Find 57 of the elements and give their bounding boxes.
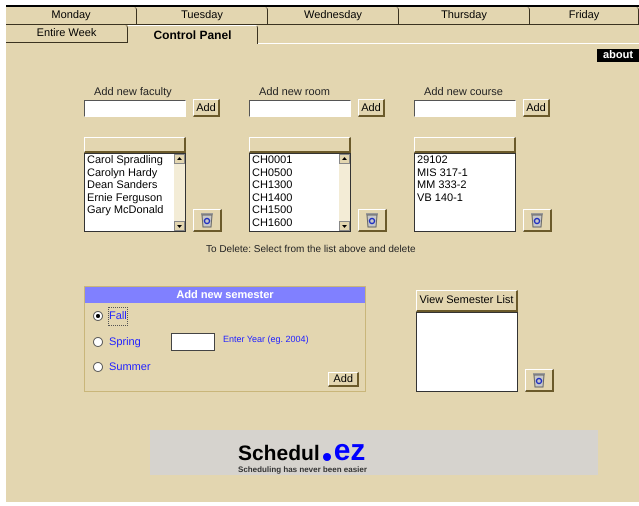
scrollbar[interactable] [174, 154, 185, 231]
scrollbar[interactable] [339, 154, 350, 231]
list-item[interactable]: CH1400 [252, 192, 339, 204]
list-item[interactable]: Carol Spradling [87, 154, 174, 166]
tab[interactable]: Tuesday [137, 7, 268, 25]
logo-suffix: ez [334, 437, 366, 465]
delete-button[interactable] [193, 209, 222, 232]
delete-button[interactable] [523, 209, 552, 232]
delete-hint: To Delete: Select from the list above and delete [205, 244, 417, 256]
input-field[interactable] [84, 100, 186, 116]
tab[interactable]: Entire Week [6, 25, 128, 43]
list-item[interactable]: CH0500 [252, 166, 339, 179]
tab[interactable]: Thursday [399, 7, 530, 25]
panel-title: Add new semester [85, 287, 365, 303]
add-button[interactable]: Add [358, 99, 385, 117]
field-label: Add new course [423, 86, 504, 99]
trash-icon [200, 212, 214, 228]
radio-label: Summer [109, 360, 151, 375]
add-button[interactable]: Add [193, 99, 220, 117]
radio-label: Fall [109, 308, 127, 324]
radio-button[interactable] [93, 336, 103, 347]
radio-label: Spring [109, 334, 141, 350]
tab[interactable]: Control Panel [128, 25, 258, 44]
input-field[interactable] [414, 100, 516, 116]
radio-button[interactable] [93, 362, 103, 372]
list-item[interactable]: Ernie Ferguson [87, 192, 174, 204]
list-item[interactable]: MIS 317-1 [417, 166, 515, 179]
delete-button[interactable] [358, 209, 387, 232]
year-hint: Enter Year (eg. 2004) [223, 333, 309, 346]
view-semester-list-button[interactable]: View Semester List [416, 290, 518, 312]
delete-button[interactable] [525, 369, 554, 392]
input-field[interactable] [249, 100, 351, 116]
trash-icon [365, 212, 379, 228]
list-item[interactable]: CH1300 [252, 179, 339, 192]
list-item[interactable]: Carolyn Hardy [87, 166, 174, 179]
list-item[interactable]: CH1600 [252, 216, 339, 229]
add-button[interactable]: Add [328, 372, 359, 386]
list-item[interactable]: Dean Sanders [87, 179, 174, 192]
list-item[interactable]: 29102 [417, 154, 515, 166]
trash-icon [530, 212, 544, 228]
field-label: Add new faculty [93, 86, 173, 99]
logo-text: Schedul [238, 443, 320, 465]
field-label: Add new room [258, 86, 331, 99]
tab[interactable]: Wednesday [268, 7, 399, 25]
list-item[interactable]: MM 333-2 [417, 179, 515, 192]
logo-tagline: Scheduling has never been easier [238, 465, 368, 474]
list-item[interactable]: VB 140-1 [417, 192, 515, 204]
about-button[interactable]: about [597, 49, 639, 62]
year-field[interactable] [171, 333, 215, 351]
tab[interactable]: Monday [6, 7, 137, 25]
tab[interactable]: Friday [530, 7, 639, 25]
trash-icon [532, 372, 546, 388]
radio-button[interactable] [93, 311, 103, 322]
add-button[interactable]: Add [523, 99, 550, 117]
list-item[interactable]: Gary McDonald [87, 204, 174, 216]
list-item[interactable]: CH1500 [252, 204, 339, 216]
list-item[interactable]: CH0001 [252, 154, 339, 166]
